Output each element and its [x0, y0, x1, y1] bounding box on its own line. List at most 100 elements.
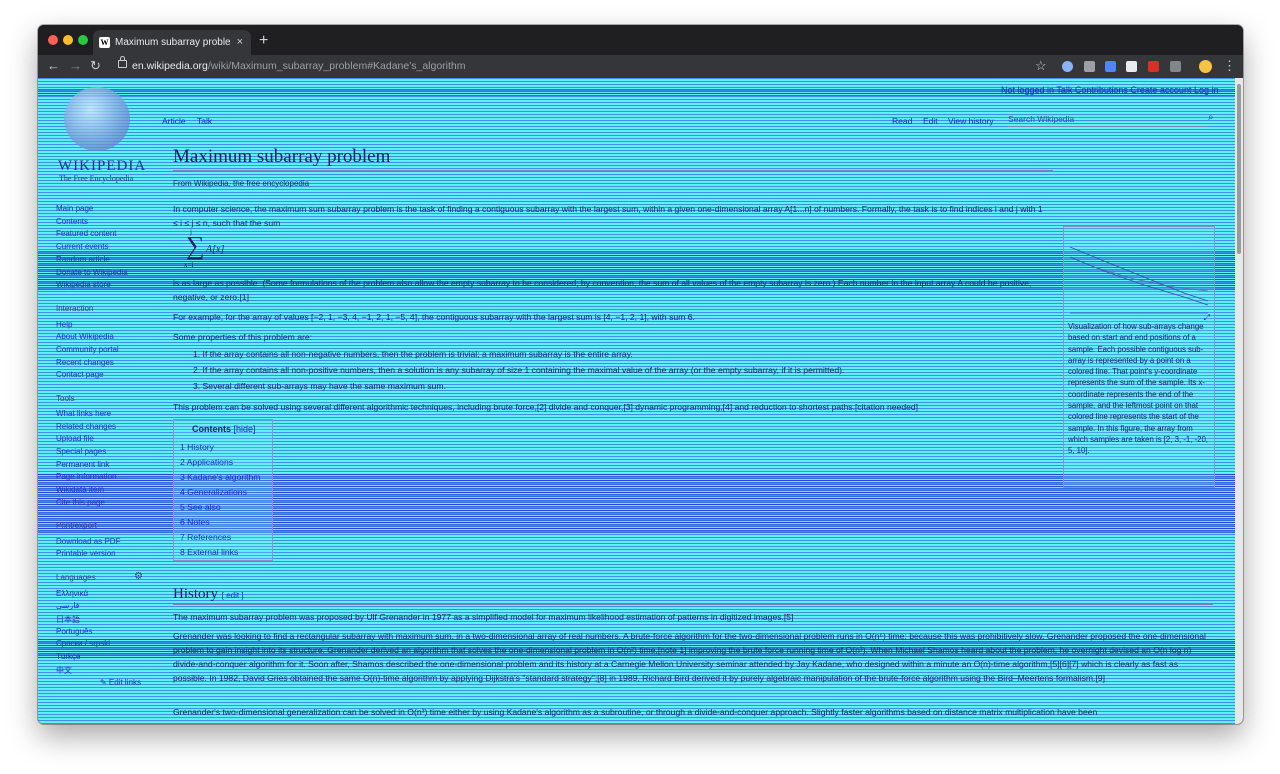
wikipedia-globe-logo[interactable]: [64, 87, 130, 151]
minimize-window-button[interactable]: [63, 35, 73, 45]
section-heading-history: History [ edit ]: [173, 586, 244, 602]
reload-icon[interactable]: ↻: [90, 57, 101, 75]
sidebar-heading-print[interactable]: Print/export: [56, 521, 97, 530]
personal-tools[interactable]: Not logged in Talk Contributions Create …: [1001, 85, 1218, 95]
language-link[interactable]: Português: [56, 627, 92, 636]
formula-sub: x=i: [184, 261, 194, 269]
language-link[interactable]: 中文: [56, 665, 72, 676]
sidebar-item[interactable]: Wikipedia store: [56, 280, 111, 289]
sidebar-item[interactable]: Random article: [56, 255, 110, 264]
sidebar-item[interactable]: Community portal: [56, 345, 119, 354]
scrollbar-thumb[interactable]: [1237, 84, 1241, 254]
sidebar-item[interactable]: Cite this page: [56, 498, 105, 507]
section-edit-link[interactable]: [ edit ]: [222, 591, 244, 600]
clipboard-extension-icon[interactable]: [1170, 61, 1181, 72]
browser-toolbar: ← → ↻ en.wikipedia.org/wiki/Maximum_suba…: [38, 55, 1243, 78]
toc-title: Contents [hide]: [192, 424, 256, 434]
sidebar-item[interactable]: Contents: [56, 217, 88, 226]
paragraph: Grenander's two-dimensional generalizati…: [173, 707, 1098, 717]
figure-caption: Visualization of how sub-arrays change b…: [1068, 322, 1208, 456]
tab-read[interactable]: Read: [892, 116, 912, 126]
sidebar-heading-languages[interactable]: Languages: [56, 573, 96, 582]
browser-window: W Maximum subarray problem - W × + ← → ↻…: [38, 25, 1243, 724]
search-input[interactable]: Search Wikipedia: [1008, 114, 1208, 127]
sidebar-item[interactable]: Featured content: [56, 229, 116, 238]
toc-item[interactable]: 5 See also: [180, 502, 221, 512]
tab-strip: W Maximum subarray problem - W × +: [38, 25, 1243, 55]
toc-hide-toggle[interactable]: [hide]: [234, 424, 256, 434]
tab-view-history[interactable]: View history: [948, 116, 994, 126]
language-link[interactable]: Српски / srpski: [56, 639, 110, 648]
wikipedia-wordmark[interactable]: WIKIPEDIA: [58, 158, 146, 175]
sidebar-item[interactable]: Printable version: [56, 549, 116, 558]
toc-item[interactable]: 6 Notes: [180, 517, 210, 527]
from-wikipedia: From Wikipedia, the free encyclopedia: [173, 179, 310, 188]
sidebar-item[interactable]: Main page: [56, 204, 93, 213]
zoom-window-button[interactable]: [78, 35, 88, 45]
wikipedia-page: Not logged in Talk Contributions Create …: [38, 78, 1235, 724]
paragraph: Grenander was looking to find a rectangu…: [173, 631, 1206, 683]
sidebar-heading-tools[interactable]: Tools: [56, 394, 75, 403]
wikipedia-favicon-icon: W: [99, 37, 110, 48]
paragraph: This problem can be solved using several…: [173, 402, 919, 412]
page-scrollbar[interactable]: [1235, 78, 1243, 724]
sidebar-item[interactable]: Page information: [56, 472, 116, 481]
toc-item[interactable]: 2 Applications: [180, 457, 233, 467]
translate-extension-icon[interactable]: [1105, 61, 1116, 72]
sidebar-item[interactable]: Upload file: [56, 434, 94, 443]
sidebar-item[interactable]: Special pages: [56, 447, 106, 456]
list-item: 2. If the array contains all non-positiv…: [193, 365, 845, 375]
sidebar-item[interactable]: Help: [56, 320, 72, 329]
toc-item[interactable]: 3 Kadane's algorithm: [180, 472, 260, 482]
menu-dots-icon[interactable]: ⋮: [1223, 57, 1236, 75]
page-title: Maximum subarray problem: [173, 146, 391, 167]
formula-sigma: ∑: [186, 231, 205, 260]
gear-icon[interactable]: ⚙: [134, 571, 143, 582]
tab-edit[interactable]: Edit: [923, 116, 938, 126]
sidebar-item[interactable]: What links here: [56, 409, 111, 418]
back-arrow-icon[interactable]: ←: [47, 57, 60, 75]
extension-circle-icon[interactable]: [1062, 61, 1073, 72]
sidebar-item[interactable]: Current events: [56, 242, 108, 251]
toc-item[interactable]: 7 References: [180, 532, 231, 542]
close-window-button[interactable]: [48, 35, 58, 45]
sidebar-item[interactable]: Recent changes: [56, 358, 114, 367]
profile-avatar[interactable]: [1199, 60, 1212, 73]
sidebar-item[interactable]: Donate to Wikipedia: [56, 268, 128, 277]
language-link[interactable]: Türkçe: [56, 652, 80, 661]
toc-item[interactable]: 8 External links: [180, 547, 238, 557]
address-bar[interactable]: en.wikipedia.org/wiki/Maximum_subarray_p…: [112, 56, 1052, 76]
sidebar-item[interactable]: Contact page: [56, 370, 104, 379]
sidebar-item[interactable]: Wikidata item: [56, 485, 104, 494]
new-tab-button[interactable]: +: [259, 30, 268, 52]
subarray-visualization-image[interactable]: [1064, 227, 1214, 317]
sidebar-item[interactable]: Download as PDF: [56, 537, 120, 546]
edit-links[interactable]: ✎ Edit links: [100, 678, 141, 687]
lock-icon: [118, 56, 127, 68]
forward-arrow-icon[interactable]: →: [69, 57, 82, 75]
mail-extension-icon[interactable]: [1084, 61, 1095, 72]
language-link[interactable]: فارسی: [56, 601, 80, 610]
sidebar-item[interactable]: About Wikipedia: [56, 332, 114, 341]
sidebar-item[interactable]: Permanent link: [56, 460, 109, 469]
tab-title: Maximum subarray problem - W: [115, 37, 231, 48]
table-of-contents: Contents [hide] 1 History 2 Applications…: [173, 419, 273, 561]
formula-term: A[x]: [206, 244, 225, 255]
language-link[interactable]: Ελληνικά: [56, 589, 88, 598]
language-link[interactable]: 日本語: [56, 614, 80, 625]
section-divider: [173, 604, 1213, 605]
tab-article[interactable]: Article: [162, 116, 186, 126]
toc-item[interactable]: 4 Generalizations: [180, 487, 247, 497]
sidebar-heading-interaction[interactable]: Interaction: [56, 304, 93, 313]
tab-close-icon[interactable]: ×: [237, 30, 243, 55]
browser-tab-active[interactable]: W Maximum subarray problem - W ×: [93, 30, 251, 55]
toc-item[interactable]: 1 History: [180, 442, 214, 452]
sidebar-item[interactable]: Related changes: [56, 422, 116, 431]
tab-talk[interactable]: Talk: [197, 116, 212, 126]
pdf-extension-icon[interactable]: [1126, 61, 1137, 72]
paragraph: Some properties of this problem are:: [173, 332, 312, 342]
ublock-extension-icon[interactable]: [1148, 61, 1159, 72]
search-icon[interactable]: ⌕: [1208, 112, 1214, 123]
bookmark-star-icon[interactable]: ☆: [1035, 57, 1047, 75]
list-item: 3. Several different sub-arrays may have…: [193, 381, 446, 391]
